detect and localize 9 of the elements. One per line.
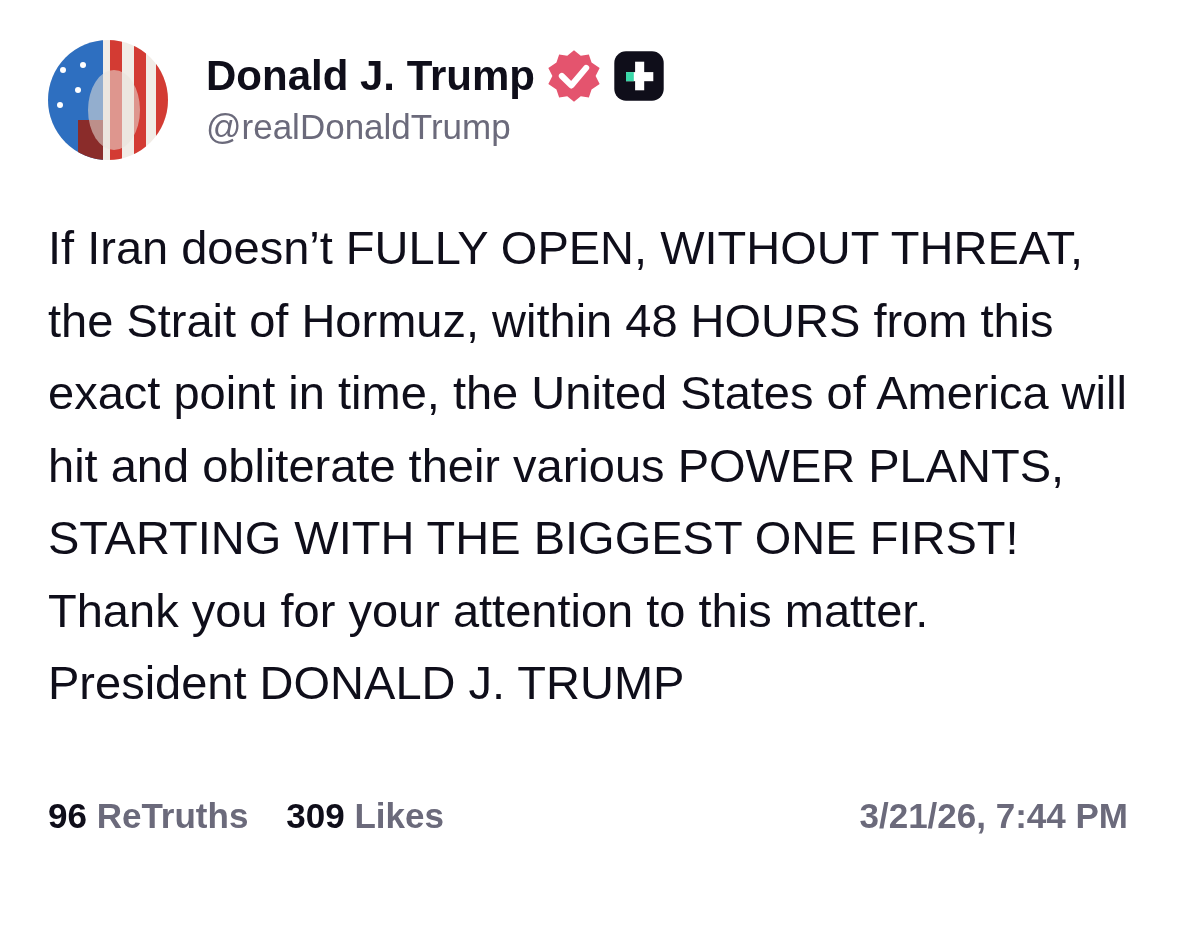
plus-icon[interactable] [613, 50, 666, 102]
stat-link[interactable]: 96 ReTruths [48, 795, 249, 836]
post-text: If Iran doesn’t FULLY OPEN, WITHOUT THREAT, the Strait of Hormuz, within 48 HOURS from this exact point in time, the United States of America will hit and obliterate their various POWER PLANTS, STARTING WITH THE BIGGEST ONE FIRST! [48, 220, 1128, 566]
stat-link[interactable]: 309 Likes [286, 795, 444, 836]
post-text: President DONALD J. TRUMP [48, 655, 686, 711]
post-text: Thank you for your attention to this matter. [48, 582, 930, 639]
post-timestamp: 3/21/26, 7:44 PM [859, 795, 1128, 836]
author-handle[interactable]: @realDonaldTrump [206, 107, 666, 147]
author-name: Donald J. Trump [206, 52, 536, 100]
